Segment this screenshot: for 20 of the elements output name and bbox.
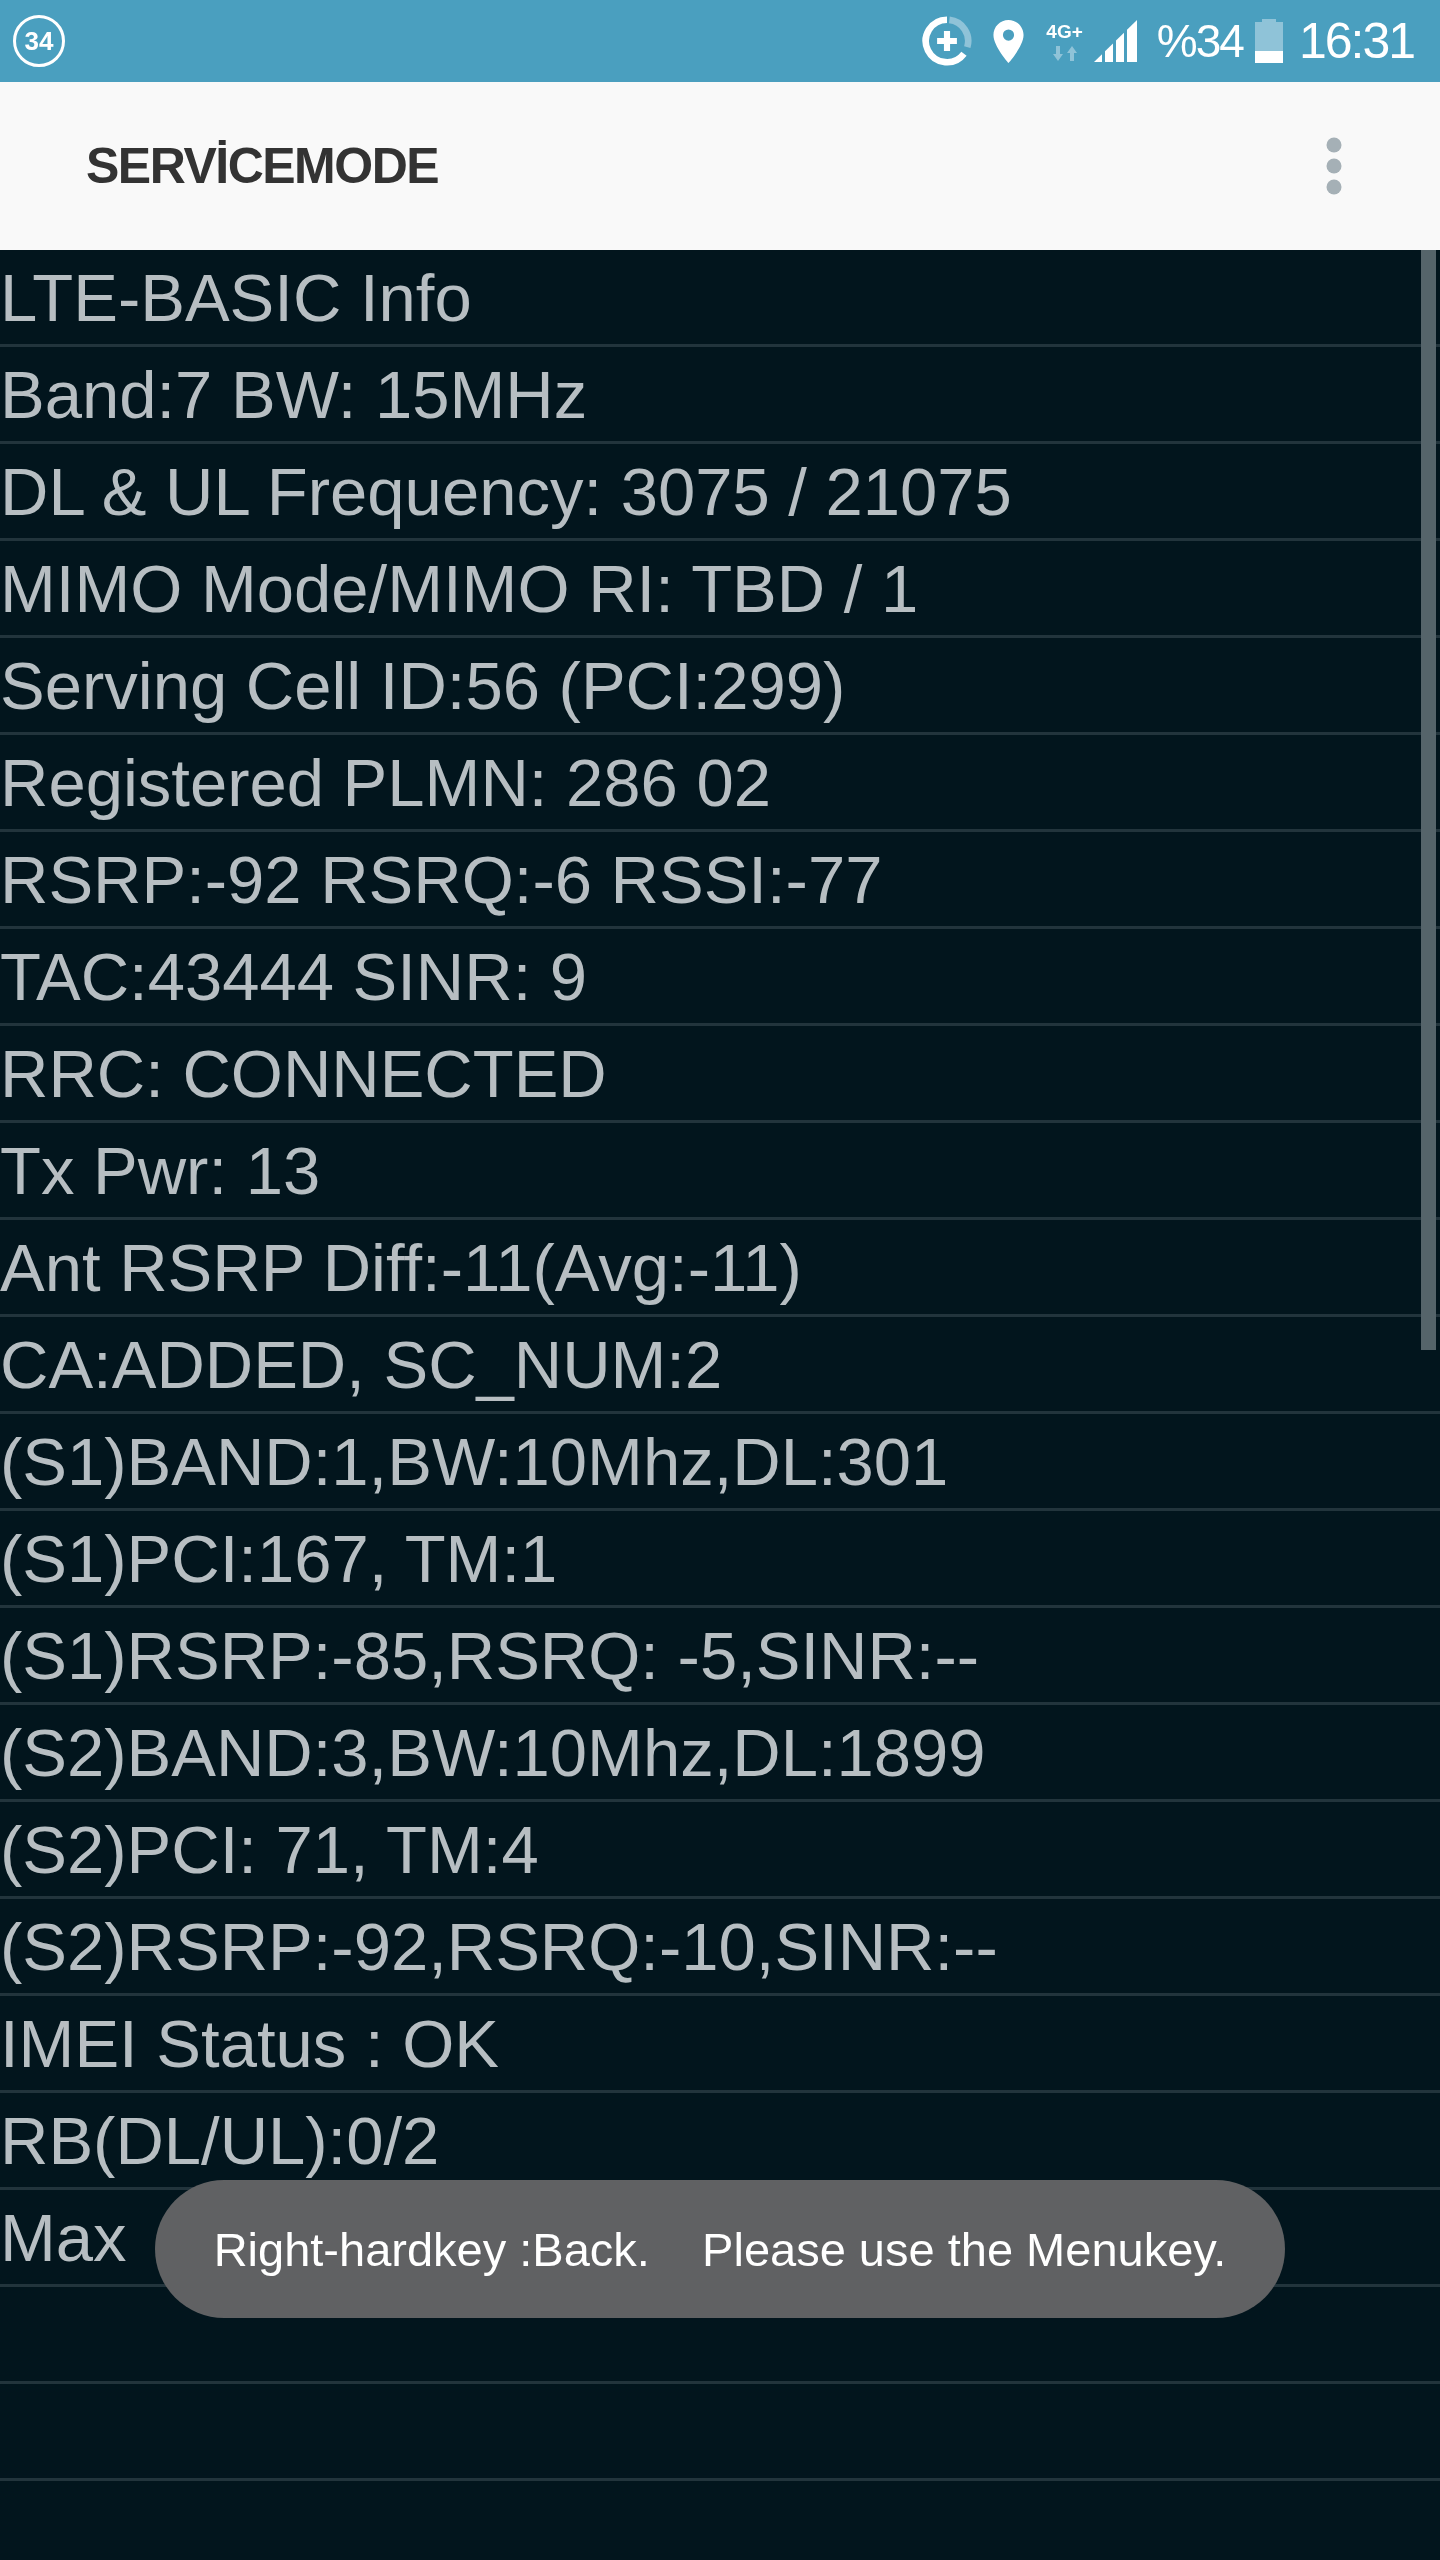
info-text: Tx Pwr: 13 [0, 1136, 321, 1204]
info-text: Max [0, 2203, 127, 2271]
notification-count-badge: 34 [13, 15, 65, 67]
location-pin-icon [993, 19, 1025, 63]
clock-time: 16:31 [1298, 16, 1414, 66]
info-text: MIMO Mode/MIMO RI: TBD / 1 [0, 554, 919, 622]
info-text: Band:7 BW: 15MHz [0, 360, 588, 428]
network-type-label: 4G+ [1046, 21, 1083, 41]
info-text: TAC:43444 SINR: 9 [0, 942, 588, 1010]
more-options-icon[interactable] [1326, 137, 1342, 195]
info-text: LTE-BASIC Info [0, 263, 472, 331]
signal-bars-icon [1093, 20, 1137, 62]
data-arrows-icon [1052, 45, 1077, 61]
data-saver-icon [922, 16, 973, 66]
info-text: IMEI Status : OK [0, 2009, 499, 2077]
battery-percent: %34 [1156, 18, 1243, 64]
battery-icon [1254, 19, 1283, 63]
toast-message: Right-hardkey :Back. Please use the Menukey. [155, 2180, 1285, 2318]
app-title: SERVİCEMODE [86, 141, 439, 191]
info-text: RRC: CONNECTED [0, 1039, 607, 1107]
